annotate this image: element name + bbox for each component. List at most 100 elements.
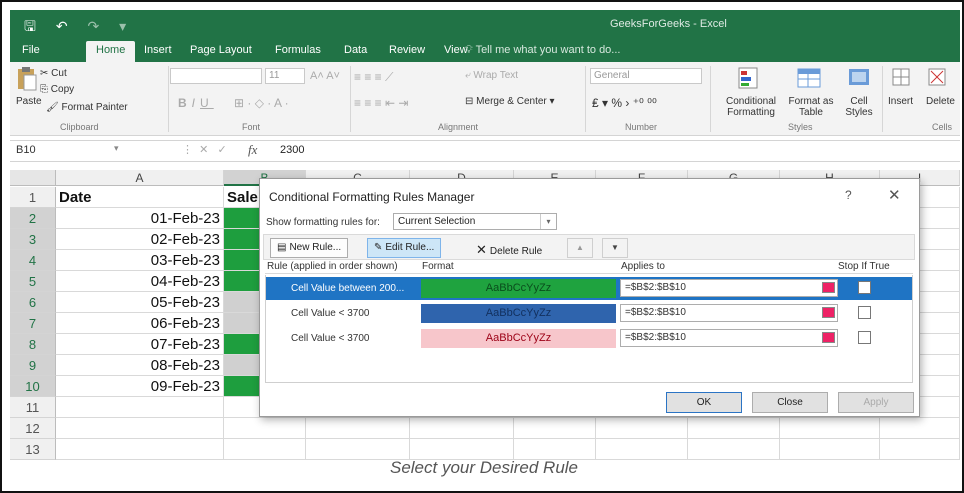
- cell-a4[interactable]: 03-Feb-23: [56, 250, 224, 271]
- show-rules-select[interactable]: Current Selection ▾: [393, 213, 557, 230]
- cell-a6[interactable]: 05-Feb-23: [56, 292, 224, 313]
- ok-button[interactable]: OK: [666, 392, 742, 413]
- rule-row[interactable]: Cell Value between 200... AaBbCcYyZz =$B$2…: [266, 277, 912, 300]
- cell-a8[interactable]: 07-Feb-23: [56, 334, 224, 355]
- delete-rule-button[interactable]: ✕ Delete Rule: [469, 238, 549, 258]
- format-as-table-icon[interactable]: [796, 66, 822, 90]
- cell-a10[interactable]: 09-Feb-23: [56, 376, 224, 397]
- align-top-icons[interactable]: ≡ ≡ ≡ ⟋: [354, 70, 393, 85]
- insert-cells-icon[interactable]: [890, 66, 916, 90]
- wrap-text-button[interactable]: ⤶ Wrap Text: [465, 70, 518, 81]
- cell-e13[interactable]: [514, 439, 596, 460]
- formula-value[interactable]: 2300: [280, 144, 304, 156]
- cell-a2[interactable]: 01-Feb-23: [56, 208, 224, 229]
- row-header-9[interactable]: 9: [10, 355, 56, 376]
- row-header-12[interactable]: 12: [10, 418, 56, 439]
- cell-a9[interactable]: 08-Feb-23: [56, 355, 224, 376]
- cell-d12[interactable]: [410, 418, 514, 439]
- font-name-combo[interactable]: [170, 68, 262, 84]
- cell-styles-icon[interactable]: [846, 66, 872, 90]
- conditional-formatting-button[interactable]: Conditional Formatting: [715, 96, 787, 118]
- move-down-icon[interactable]: ▼: [602, 238, 628, 258]
- close-button[interactable]: Close: [752, 392, 828, 413]
- cell-a5[interactable]: 04-Feb-23: [56, 271, 224, 292]
- formula-cancel-confirm-icons[interactable]: ⋮ ✕ ✓: [182, 143, 227, 156]
- tell-me-box[interactable]: 💡︎ Tell me what you want to do...: [465, 44, 620, 57]
- cut-button[interactable]: ✂ Cut: [40, 68, 67, 79]
- delete-cells-icon[interactable]: [926, 66, 952, 90]
- row-header-10[interactable]: 10: [10, 376, 56, 397]
- save-icon[interactable]: 🖫: [24, 16, 36, 40]
- tab-data[interactable]: Data: [344, 44, 367, 56]
- cell-g12[interactable]: [688, 418, 780, 439]
- undo-icon[interactable]: ↶: [56, 18, 68, 35]
- dialog-close-icon[interactable]: ✕: [888, 186, 901, 204]
- delete-cells-button[interactable]: Delete: [926, 96, 955, 107]
- paste-button[interactable]: Paste: [16, 96, 42, 107]
- column-header-a[interactable]: A: [56, 170, 224, 186]
- insert-cells-button[interactable]: Insert: [888, 96, 913, 107]
- cell-styles-button[interactable]: Cell Styles: [840, 96, 878, 118]
- format-painter-button[interactable]: 🖌︎ Format Painter: [46, 102, 128, 113]
- row-header-13[interactable]: 13: [10, 439, 56, 460]
- paste-icon[interactable]: [16, 66, 42, 91]
- row-header-6[interactable]: 6: [10, 292, 56, 313]
- cell-a3[interactable]: 02-Feb-23: [56, 229, 224, 250]
- tab-page-layout[interactable]: Page Layout: [190, 44, 252, 56]
- stop-if-true-checkbox[interactable]: [858, 306, 871, 319]
- align-left-icons[interactable]: ≡ ≡ ≡ ⇤ ⇥: [354, 96, 408, 110]
- cell-b12[interactable]: [224, 418, 306, 439]
- row-header-5[interactable]: 5: [10, 271, 56, 292]
- cell-b13[interactable]: [224, 439, 306, 460]
- stop-if-true-checkbox[interactable]: [858, 281, 871, 294]
- cell-c12[interactable]: [306, 418, 410, 439]
- copy-button[interactable]: ⎘ Copy: [40, 84, 74, 95]
- tab-review[interactable]: Review: [389, 44, 425, 56]
- tab-file[interactable]: File: [22, 44, 40, 56]
- number-format-combo[interactable]: General: [590, 68, 702, 84]
- bold-italic-underline-icons[interactable]: BIU: [178, 96, 214, 110]
- cell-a12[interactable]: [56, 418, 224, 439]
- apply-button[interactable]: Apply: [838, 392, 914, 413]
- font-size-combo[interactable]: 11: [265, 68, 305, 84]
- move-up-icon[interactable]: ▲: [567, 238, 593, 258]
- cell-i12[interactable]: [880, 418, 960, 439]
- merge-center-button[interactable]: ⊟ Merge & Center ▾: [465, 96, 555, 107]
- redo-icon[interactable]: ↷: [87, 18, 99, 35]
- stop-if-true-checkbox[interactable]: [858, 331, 871, 344]
- cell-a11[interactable]: [56, 397, 224, 418]
- number-format-icons[interactable]: ₤ ▾ % › ⁺⁰ ⁰⁰: [592, 96, 657, 110]
- cell-f13[interactable]: [596, 439, 688, 460]
- rule-row[interactable]: Cell Value < 3700 AaBbCcYyZz =$B$2:$B$10: [266, 327, 912, 350]
- cell-f12[interactable]: [596, 418, 688, 439]
- select-all-corner[interactable]: [10, 170, 56, 186]
- rule-row[interactable]: Cell Value < 3700 AaBbCcYyZz =$B$2:$B$10: [266, 302, 912, 325]
- tab-insert[interactable]: Insert: [144, 44, 172, 56]
- tab-formulas[interactable]: Formulas: [275, 44, 321, 56]
- row-header-2[interactable]: 2: [10, 208, 56, 229]
- range-picker-icon[interactable]: [822, 282, 835, 293]
- cell-a7[interactable]: 06-Feb-23: [56, 313, 224, 334]
- conditional-formatting-icon[interactable]: [736, 66, 762, 90]
- format-as-table-button[interactable]: Format as Table: [786, 96, 836, 118]
- cell-a13[interactable]: [56, 439, 224, 460]
- tab-home[interactable]: Home: [86, 41, 136, 62]
- name-box-dropdown-icon[interactable]: ▾: [114, 143, 119, 154]
- cell-e12[interactable]: [514, 418, 596, 439]
- new-rule-button[interactable]: ▤ New Rule...: [270, 238, 349, 258]
- border-fill-color-icons[interactable]: ⊞ · ◇ · A ·: [234, 96, 289, 110]
- row-header-1[interactable]: 1: [10, 187, 56, 208]
- row-header-8[interactable]: 8: [10, 334, 56, 355]
- cell-g13[interactable]: [688, 439, 780, 460]
- row-header-4[interactable]: 4: [10, 250, 56, 271]
- range-picker-icon[interactable]: [822, 307, 835, 318]
- cell-h12[interactable]: [780, 418, 880, 439]
- applies-to-input[interactable]: =$B$2:$B$10: [620, 329, 838, 347]
- cell-i13[interactable]: [880, 439, 960, 460]
- edit-rule-button[interactable]: ✎ Edit Rule...: [367, 238, 442, 258]
- cell-d13[interactable]: [410, 439, 514, 460]
- row-header-7[interactable]: 7: [10, 313, 56, 334]
- cell-a1[interactable]: Date: [56, 187, 224, 208]
- row-header-3[interactable]: 3: [10, 229, 56, 250]
- applies-to-input[interactable]: =$B$2:$B$10: [620, 279, 838, 297]
